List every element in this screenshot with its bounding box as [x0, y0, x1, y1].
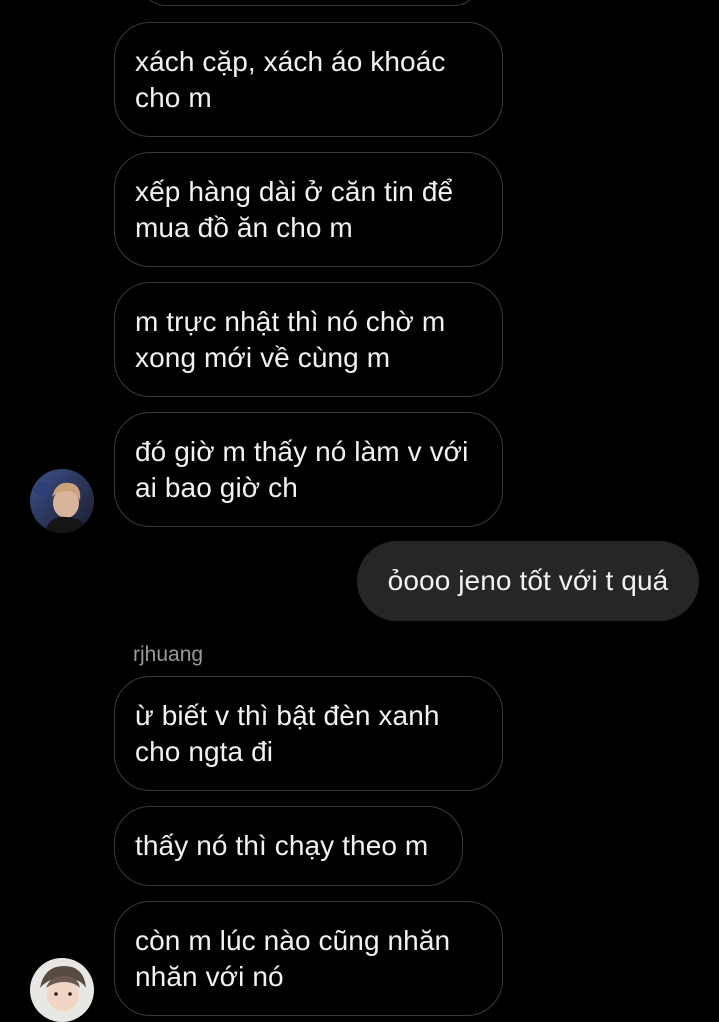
avatar[interactable]: [30, 958, 94, 1022]
incoming-message[interactable]: ừ biết v thì bật đèn xanh cho ngta đi: [114, 676, 503, 791]
sender-name: rjhuang: [133, 643, 204, 666]
incoming-message[interactable]: m trực nhật thì nó chờ m xong mới về cùn…: [114, 282, 503, 397]
message-text: ừ biết v thì bật đèn xanh cho ngta đi: [135, 699, 440, 767]
incoming-message[interactable]: thấy nó thì chạy theo m: [114, 806, 463, 886]
incoming-message[interactable]: xếp hàng dài ở căn tin để mua đồ ăn cho …: [114, 152, 503, 267]
message-text: xếp hàng dài ở căn tin để mua đồ ăn cho …: [135, 175, 454, 243]
message-text: m trực nhật thì nó chờ m xong mới về cùn…: [135, 305, 446, 373]
message-text: còn m lúc nào cũng nhăn nhăn với nó: [135, 924, 451, 992]
avatar-icon: [30, 958, 94, 1022]
message-text: đó giờ m thấy nó làm v với ai bao giờ ch: [135, 435, 469, 503]
message-text: xách cặp, xách áo khoác cho m: [135, 45, 446, 113]
avatar[interactable]: [30, 469, 94, 533]
outgoing-message[interactable]: ỏooo jeno tốt với t quá: [357, 541, 699, 621]
message-text: ỏooo jeno tốt với t quá: [387, 565, 669, 596]
incoming-message[interactable]: đó giờ m thấy nó làm v với ai bao giờ ch: [114, 412, 503, 527]
message-text: thấy nó thì chạy theo m: [135, 830, 429, 861]
incoming-message[interactable]: còn m lúc nào cũng nhăn nhăn với nó: [114, 901, 503, 1016]
incoming-message[interactable]: xách cặp, xách áo khoác cho m: [114, 22, 503, 137]
previous-message-bubble[interactable]: [142, 0, 478, 6]
avatar-icon: [30, 469, 94, 533]
